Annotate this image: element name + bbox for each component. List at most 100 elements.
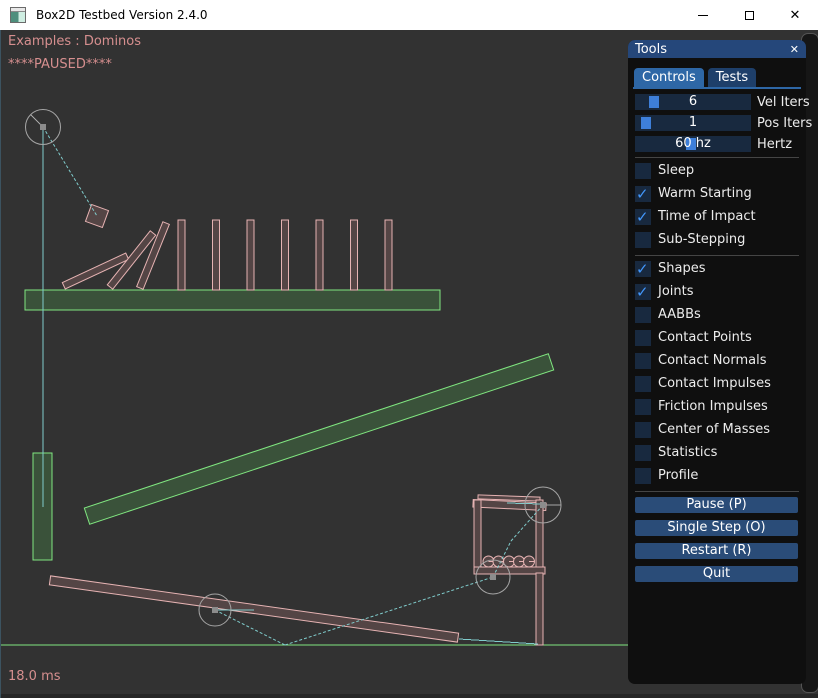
restart-r-button[interactable]: Restart (R) — [635, 543, 798, 559]
checkmark-icon: ✓ — [636, 260, 649, 278]
checkbox-label: AABBs — [658, 307, 701, 323]
checkbox-label: Joints — [658, 284, 694, 300]
checkmark-icon: ✓ — [636, 185, 649, 203]
slider-row-hertz: 60 hz Hertz — [635, 136, 799, 152]
tools-titlebar[interactable]: Tools ✕ — [628, 40, 806, 58]
checkbox-label: Center of Masses — [658, 422, 770, 438]
distance-joint-b — [285, 577, 493, 645]
domino-fallen-3 — [137, 222, 170, 290]
slider-value: 60 hz — [635, 136, 751, 152]
checkbox-label: Contact Impulses — [658, 376, 771, 392]
seesaw-plank — [49, 576, 458, 642]
checkbox-label: Statistics — [658, 445, 717, 461]
tools-body: 6Vel Iters 1Pos Iters 60 hz Hertz Sleep ✓ Warm… — [628, 89, 806, 582]
window-bottom-border — [0, 694, 818, 698]
checkbox-row-aabbs: AABBs — [635, 307, 799, 323]
example-title: Examples : Dominos — [8, 34, 141, 49]
single-step-o-button[interactable]: Single Step (O) — [635, 520, 798, 536]
checkbox-row-warm-starting: ✓ Warm Starting — [635, 186, 799, 202]
slider-value: 1 — [635, 115, 751, 131]
minimize-button[interactable] — [680, 0, 726, 30]
checkbox-center-of-masses[interactable] — [635, 422, 651, 438]
slider-track[interactable]: 6 — [635, 94, 751, 110]
slider-label: Hertz — [757, 137, 792, 152]
domino-standing-5 — [316, 220, 323, 290]
slider-label: Pos Iters — [757, 116, 812, 131]
checkbox-label: Shapes — [658, 261, 705, 277]
domino-standing-2 — [213, 220, 220, 290]
checkbox-sub-stepping[interactable] — [635, 232, 651, 248]
checkbox-statistics[interactable] — [635, 445, 651, 461]
separator — [635, 255, 799, 256]
checkbox-shapes[interactable]: ✓ — [635, 261, 651, 277]
checkbox-profile[interactable] — [635, 468, 651, 484]
separator — [635, 157, 799, 158]
quit-button[interactable]: Quit — [635, 566, 798, 582]
slider-track[interactable]: 60 hz — [635, 136, 751, 152]
anchor-point-1 — [40, 124, 46, 130]
tools-panel: Tools ✕ ControlsTests 6Vel Iters 1Pos Ite… — [628, 40, 806, 684]
slider-track[interactable]: 1 — [635, 115, 751, 131]
domino-shelf — [25, 290, 440, 310]
tools-title: Tools — [635, 42, 667, 57]
checkbox-row-contact-points: Contact Points — [635, 330, 799, 346]
checkbox-label: Time of Impact — [658, 209, 756, 225]
slider-row-pos-iters: 1Pos Iters — [635, 115, 799, 131]
checkbox-contact-impulses[interactable] — [635, 376, 651, 392]
checkbox-row-shapes: ✓ Shapes — [635, 261, 799, 277]
checkbox-label: Contact Points — [658, 330, 752, 346]
anchor-point-4 — [490, 574, 496, 580]
checkbox-time-of-impact[interactable]: ✓ — [635, 209, 651, 225]
checkbox-row-center-of-masses: Center of Masses — [635, 422, 799, 438]
app-window: { "window": { "title": "Box2D Testbed Ve… — [0, 0, 818, 698]
frame-time: 18.0 ms — [8, 669, 61, 684]
paused-text: ****PAUSED**** — [8, 57, 112, 72]
pendulum-box — [85, 204, 108, 227]
slider-label: Vel Iters — [757, 95, 810, 110]
checkbox-label: Sub-Stepping — [658, 232, 745, 248]
tools-close-icon[interactable]: ✕ — [790, 44, 799, 55]
crate-right-wall — [536, 500, 543, 570]
maximize-button[interactable] — [726, 0, 772, 30]
minimize-icon — [698, 15, 708, 16]
checkbox-contact-points[interactable] — [635, 330, 651, 346]
distance-joint-ground — [459, 639, 538, 644]
maximize-icon — [745, 11, 754, 20]
anchor-point-3 — [540, 502, 546, 508]
checkbox-row-profile: Profile — [635, 468, 799, 484]
tab-controls[interactable]: Controls — [634, 68, 704, 87]
checkbox-joints[interactable]: ✓ — [635, 284, 651, 300]
window-left-border — [0, 30, 1, 698]
checkbox-label: Friction Impulses — [658, 399, 768, 415]
checkbox-row-time-of-impact: ✓ Time of Impact — [635, 209, 799, 225]
support-post — [536, 573, 543, 645]
checkbox-row-friction-impulses: Friction Impulses — [635, 399, 799, 415]
pause-p-button[interactable]: Pause (P) — [635, 497, 798, 513]
checkbox-label: Sleep — [658, 163, 694, 179]
checkbox-warm-starting[interactable]: ✓ — [635, 186, 651, 202]
tab-tests[interactable]: Tests — [708, 68, 756, 87]
separator — [635, 491, 799, 492]
domino-standing-3 — [247, 220, 254, 290]
checkmark-icon: ✓ — [636, 208, 649, 226]
domino-standing-1 — [178, 220, 185, 290]
crate-left-wall — [474, 500, 481, 570]
checkbox-contact-normals[interactable] — [635, 353, 651, 369]
checkbox-friction-impulses[interactable] — [635, 399, 651, 415]
close-icon: ✕ — [790, 9, 801, 22]
checkbox-sleep[interactable] — [635, 163, 651, 179]
app-icon — [10, 7, 26, 23]
anchor-point-2 — [212, 607, 218, 613]
checkmark-icon: ✓ — [636, 283, 649, 301]
checkbox-label: Contact Normals — [658, 353, 767, 369]
button-column: Pause (P) Single Step (O) Restart (R) Quit — [635, 497, 799, 582]
distance-joint-pendulum — [43, 127, 97, 216]
checkbox-label: Profile — [658, 468, 698, 484]
slider-row-vel-iters: 6Vel Iters — [635, 94, 799, 110]
window-titlebar[interactable]: Box2D Testbed Version 2.4.0 ✕ — [0, 0, 818, 30]
domino-standing-7 — [385, 220, 392, 290]
checkbox-label: Warm Starting — [658, 186, 752, 202]
checkbox-aabbs[interactable] — [635, 307, 651, 323]
close-button[interactable]: ✕ — [772, 0, 818, 30]
checkbox-row-contact-normals: Contact Normals — [635, 353, 799, 369]
